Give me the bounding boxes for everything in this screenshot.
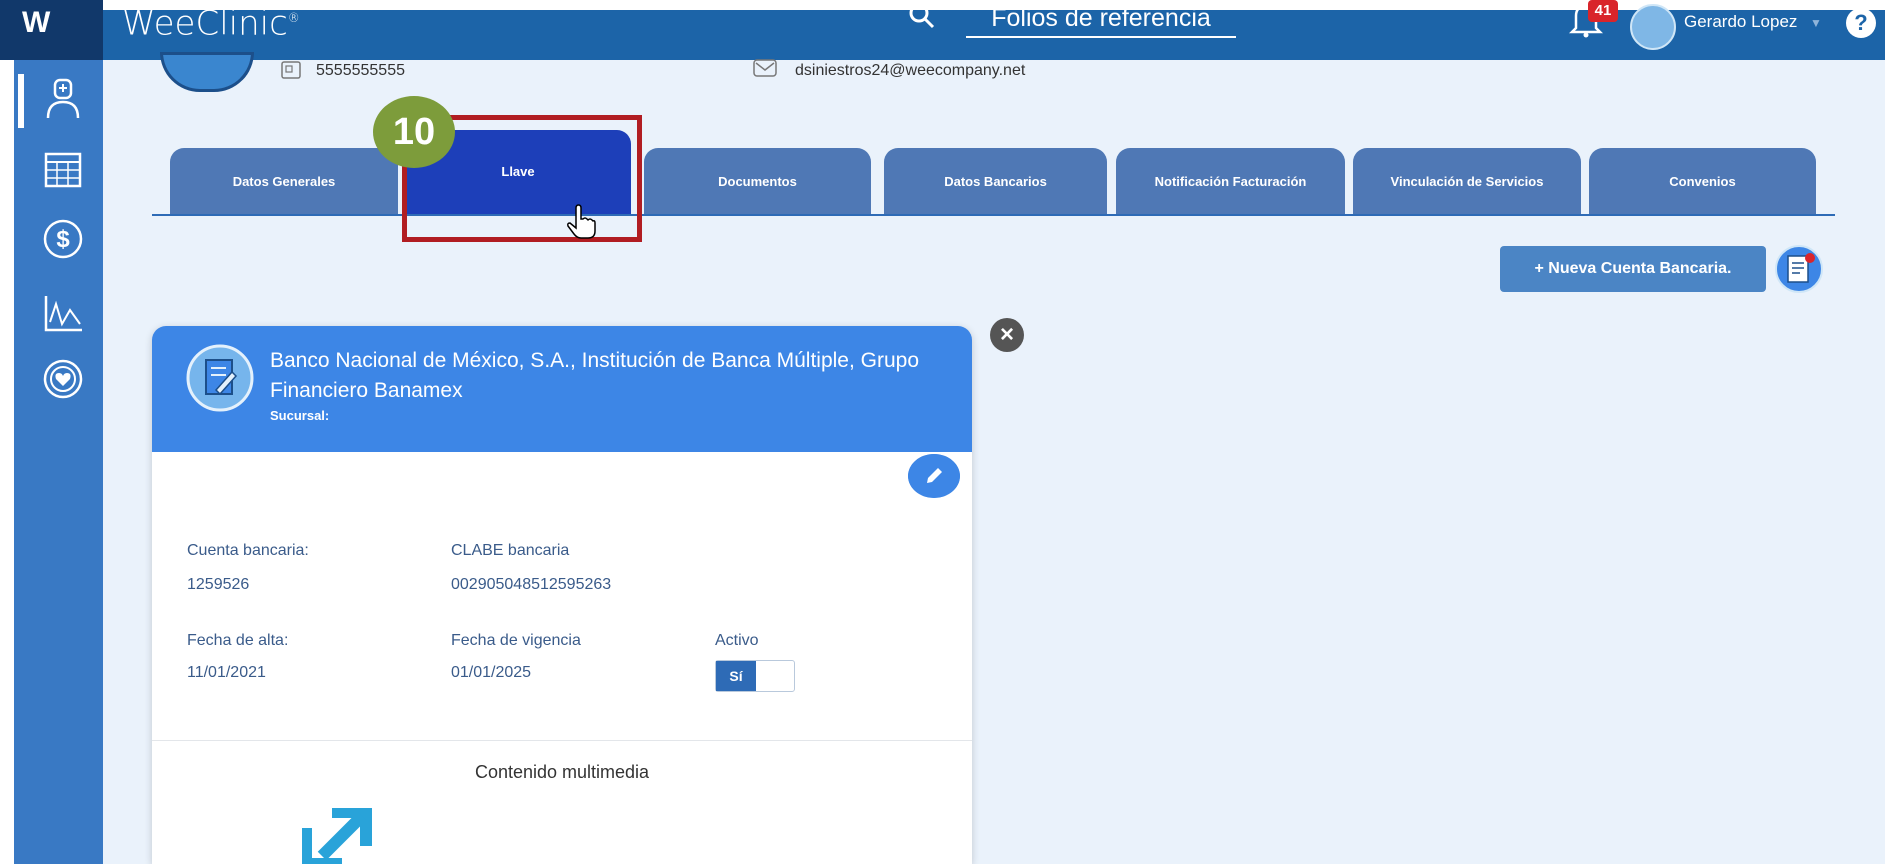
activo-label: Activo	[715, 632, 759, 649]
search-icon[interactable]	[908, 2, 936, 30]
fecha-alta-label: Fecha de alta:	[187, 632, 289, 649]
fecha-vigencia-label: Fecha de vigencia	[451, 632, 581, 649]
fecha-alta-value: 11/01/2021	[187, 664, 266, 681]
bank-name: Banco Nacional de México, S.A., Instituc…	[270, 349, 920, 402]
dollar-icon[interactable]: $	[40, 216, 86, 262]
notifications-badge: 41	[1588, 0, 1618, 22]
help-icon[interactable]: ?	[1846, 8, 1876, 38]
mail-icon	[753, 59, 777, 77]
sucursal-label: Sucursal:	[270, 408, 330, 423]
hand-cursor-icon	[567, 204, 596, 239]
sidebar-active-indicator	[18, 74, 24, 128]
phone-icon	[281, 61, 301, 79]
brand-registered: ®	[287, 11, 300, 25]
svg-text:$: $	[56, 226, 70, 253]
tab-datos-generales[interactable]: Datos Generales	[170, 148, 398, 216]
tab-notificacion-facturacion[interactable]: Notificación Facturación	[1116, 148, 1345, 216]
clabe-bancaria-label: CLABE bancaria	[451, 542, 570, 559]
profile-email: dsiniestros24@weecompany.net	[795, 62, 1026, 79]
external-link-icon[interactable]	[302, 808, 402, 864]
cuenta-bancaria-value: 1259526	[187, 576, 250, 593]
multimedia-title: Contenido multimedia	[474, 762, 650, 782]
search-input[interactable]: Folios de referencia	[966, 2, 1236, 38]
step-marker: 10	[373, 96, 455, 168]
user-name[interactable]: Gerardo Lopez	[1684, 12, 1797, 32]
clabe-bancaria-value: 002905048512595263	[451, 576, 612, 593]
activo-toggle-on: Sí	[716, 661, 756, 691]
tab-convenios[interactable]: Convenios	[1589, 148, 1816, 216]
tab-datos-bancarios[interactable]: Datos Bancarios	[884, 148, 1107, 216]
heart-icon[interactable]	[40, 356, 86, 402]
card-header: Banco Nacional de México, S.A., Instituc…	[152, 326, 972, 452]
app-window: W WeeClinic® Folios de referencia 41 Ger…	[0, 0, 1885, 864]
close-icon[interactable]: ×	[990, 318, 1024, 352]
doctor-icon[interactable]	[40, 76, 86, 122]
user-avatar[interactable]	[1630, 4, 1676, 50]
activo-toggle[interactable]: Sí	[715, 660, 795, 692]
profile-phone: 5555555555	[316, 62, 405, 79]
bank-document-icon	[186, 344, 254, 412]
tab-vinculacion-servicios[interactable]: Vinculación de Servicios	[1353, 148, 1581, 216]
new-bank-account-button[interactable]: + Nueva Cuenta Bancaria.	[1500, 246, 1766, 292]
chevron-down-icon[interactable]: ▼	[1810, 16, 1822, 30]
tab-documentos[interactable]: Documentos	[644, 148, 871, 216]
app-title: WeeClinic®	[122, 0, 300, 41]
card-divider	[152, 740, 972, 741]
logo[interactable]: W	[0, 0, 103, 60]
logo-mark: W	[22, 6, 50, 39]
brand-name: WeeClinic	[122, 3, 288, 44]
document-icon[interactable]	[1774, 244, 1824, 294]
edit-icon[interactable]	[908, 454, 960, 498]
fecha-vigencia-value: 01/01/2025	[451, 664, 532, 681]
bank-account-card: Banco Nacional de México, S.A., Instituc…	[152, 326, 972, 864]
calendar-icon[interactable]	[40, 146, 86, 192]
chart-icon[interactable]	[40, 290, 86, 336]
cuenta-bancaria-label: Cuenta bancaria:	[187, 542, 309, 559]
